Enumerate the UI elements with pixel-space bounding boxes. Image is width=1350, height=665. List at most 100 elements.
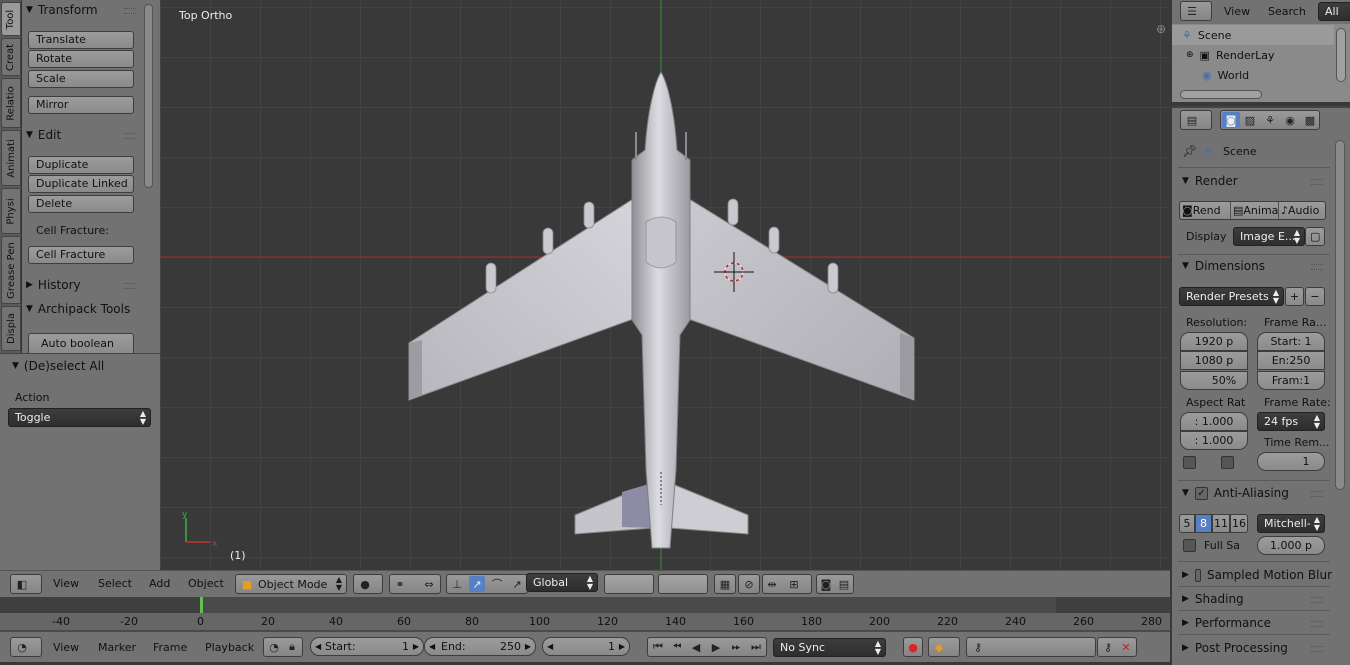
drag-grip-icon[interactable] — [1311, 597, 1323, 603]
time-remap-field[interactable]: 1 — [1257, 452, 1325, 471]
tab-create[interactable]: Creat — [1, 38, 21, 76]
playback-controls[interactable]: ⏮︎ ⏪︎ ◀ ▶ ⏩︎ ⏭︎ — [647, 637, 767, 657]
drag-grip-icon[interactable] — [124, 133, 136, 139]
properties-scrollbar[interactable] — [1335, 140, 1345, 490]
lock-interface-button[interactable]: ▢ — [1305, 227, 1325, 246]
start-frame-field[interactable]: ◀ Start: 1 ▶ — [310, 637, 424, 656]
current-frame-field[interactable]: ◀ 1 ▶ — [542, 637, 630, 656]
playback-menu[interactable]: Playback — [205, 641, 254, 654]
dimensions-panel-header[interactable]: ▼ Dimensions — [1182, 257, 1265, 275]
display-select[interactable]: Image E... ▲ ▼ — [1233, 227, 1305, 246]
outliner-vscroll[interactable] — [1336, 28, 1346, 82]
tab-grease-pencil[interactable]: Grease Pen — [1, 236, 21, 304]
aspect-x-field[interactable]: : 1.000 — [1180, 412, 1248, 431]
filter-size-field[interactable]: 1.000 p — [1257, 536, 1325, 555]
resolution-y-field[interactable]: 1080 p — [1180, 351, 1248, 370]
anti-aliasing-checkbox[interactable]: ✓ — [1194, 486, 1208, 500]
add-preset-button[interactable]: + — [1285, 287, 1304, 306]
tab-tool[interactable]: Tool — [1, 2, 21, 36]
render-audio-button[interactable]: ♪Audio — [1278, 202, 1319, 219]
resolution-percent-field[interactable]: 50% — [1180, 371, 1248, 390]
shading-panel-header[interactable]: ▶ Shading — [1182, 590, 1244, 608]
add-menu[interactable]: Add — [149, 577, 170, 590]
object-menu[interactable]: Object — [188, 577, 224, 590]
frame-menu[interactable]: Frame — [153, 641, 187, 654]
properties-context-tabs[interactable]: ◙ ▨ ⚘ ◉ ▩ — [1220, 110, 1320, 130]
outliner-row-renderlayers[interactable]: ⊕ ▣ RenderLay — [1172, 45, 1334, 65]
transform-manipulator-group[interactable]: ⊥ ↗ ⌒ ↗ — [446, 574, 528, 594]
tool-shelf-scrollbar[interactable] — [144, 4, 153, 188]
duplicate-linked-button[interactable]: Duplicate Linked — [28, 175, 134, 193]
delete-button[interactable]: Delete — [28, 195, 134, 213]
transform-panel-header[interactable]: ▼ Transform — [26, 1, 98, 19]
drag-grip-icon[interactable] — [124, 8, 136, 14]
resolution-x-field[interactable]: 1920 p — [1180, 332, 1248, 351]
duplicate-button[interactable]: Duplicate — [28, 156, 134, 174]
outliner-search-menu[interactable]: Search — [1268, 5, 1306, 18]
frame-start-field[interactable]: Start: 1 — [1257, 332, 1325, 351]
aa-samples-5[interactable]: 5 — [1179, 514, 1195, 533]
tab-physics[interactable]: Physi — [1, 188, 21, 234]
aa-samples-11[interactable]: 11 — [1212, 514, 1230, 533]
drag-grip-icon[interactable] — [1311, 179, 1323, 185]
properties-editor-type-button[interactable]: ▤ — [1180, 110, 1212, 130]
auto-boolean-button[interactable]: Auto boolean — [28, 333, 134, 355]
post-processing-panel-header[interactable]: ▶ Post Processing — [1182, 639, 1288, 657]
3d-viewport[interactable]: Top Ortho y x (1) ⊕ — [160, 0, 1170, 570]
pivot-snap-group[interactable]: ⚭ ⇔ — [389, 574, 441, 594]
render-animation-button[interactable]: ▤Anima — [1230, 202, 1278, 219]
drag-grip-icon[interactable] — [1311, 491, 1323, 497]
layers-grid-1[interactable] — [604, 574, 654, 594]
timeline-view-menu[interactable]: View — [53, 641, 79, 654]
keying-set-field[interactable]: ⚷ — [966, 637, 1096, 657]
outliner-editor-type-button[interactable]: ☰ — [1180, 1, 1212, 21]
proportional-edit-button[interactable]: ⊘ — [738, 574, 760, 594]
sync-select[interactable]: No Sync ▲ ▼ — [773, 638, 886, 657]
mirror-button[interactable]: Mirror — [28, 96, 134, 114]
drag-grip-icon[interactable] — [124, 283, 136, 289]
render-panel-header[interactable]: ▼ Render — [1182, 172, 1238, 190]
action-select[interactable]: Toggle ▲ ▼ — [8, 408, 151, 427]
keyframe-insert-delete[interactable]: ⚷ ✕ — [1097, 637, 1137, 657]
outliner-row-scene[interactable]: ⚘ Scene — [1172, 25, 1334, 45]
performance-panel-header[interactable]: ▶ Performance — [1182, 614, 1271, 632]
pin-icon[interactable]: 📌︎ — [1182, 144, 1197, 158]
drag-grip-icon[interactable] — [1311, 264, 1323, 270]
aa-samples-8[interactable]: 8 — [1195, 514, 1212, 533]
deselect-all-panel-header[interactable]: ▼ (De)select All — [12, 357, 104, 375]
drag-grip-icon[interactable] — [1311, 621, 1323, 627]
cell-fracture-button[interactable]: Cell Fracture — [28, 246, 134, 264]
keying-set-button[interactable]: ◆ — [928, 637, 960, 657]
range-buttons[interactable]: ◔ 🔒︎ — [263, 637, 303, 657]
anti-aliasing-panel-header[interactable]: ▼ ✓ Anti-Aliasing — [1182, 484, 1289, 502]
aspect-y-field[interactable]: : 1.000 — [1180, 431, 1248, 450]
select-menu[interactable]: Select — [98, 577, 132, 590]
render-image-button[interactable]: ◙Rend — [1182, 202, 1221, 219]
snap-group[interactable]: ⇹ ⊞ — [762, 574, 812, 594]
rotate-button[interactable]: Rotate — [28, 50, 134, 68]
history-panel-header[interactable]: ▶ History — [26, 276, 81, 294]
tab-animation[interactable]: Animati — [1, 130, 21, 186]
full-sample-checkbox[interactable] — [1183, 539, 1196, 552]
layers-grid-2[interactable] — [658, 574, 708, 594]
tab-display[interactable]: Displa — [1, 306, 21, 351]
aa-filter-select[interactable]: Mitchell- ▲ ▼ — [1257, 514, 1325, 533]
frame-step-field[interactable]: Fram:1 — [1257, 371, 1325, 390]
timeline-editor-type-button[interactable]: ◔ — [10, 637, 42, 657]
scale-button[interactable]: Scale — [28, 70, 134, 88]
tab-relations[interactable]: Relatio — [1, 78, 21, 128]
outliner-view-menu[interactable]: View — [1224, 5, 1250, 18]
outliner-row-world[interactable]: ◉ World — [1172, 65, 1334, 85]
timeline-ruler[interactable]: -40 -20 0 20 40 60 80 100 120 140 160 18… — [0, 613, 1170, 630]
add-region-icon[interactable]: ⊕ — [1156, 22, 1168, 36]
layer-lock-button[interactable]: ▦ — [714, 574, 736, 594]
timeline-area[interactable]: -40 -20 0 20 40 60 80 100 120 140 160 18… — [0, 597, 1170, 632]
view-menu[interactable]: View — [53, 577, 79, 590]
aa-samples-16[interactable]: 16 — [1230, 514, 1248, 533]
archipack-panel-header[interactable]: ▼ Archipack Tools — [26, 300, 130, 318]
mode-select[interactable]: ■ Object Mode ▲ ▼ — [235, 574, 347, 594]
drag-grip-icon[interactable] — [1311, 646, 1323, 652]
render-presets-select[interactable]: Render Presets ▲ ▼ — [1179, 287, 1284, 306]
editor-type-button[interactable]: ◧ — [10, 574, 42, 594]
frame-end-field[interactable]: En:250 — [1257, 351, 1325, 370]
